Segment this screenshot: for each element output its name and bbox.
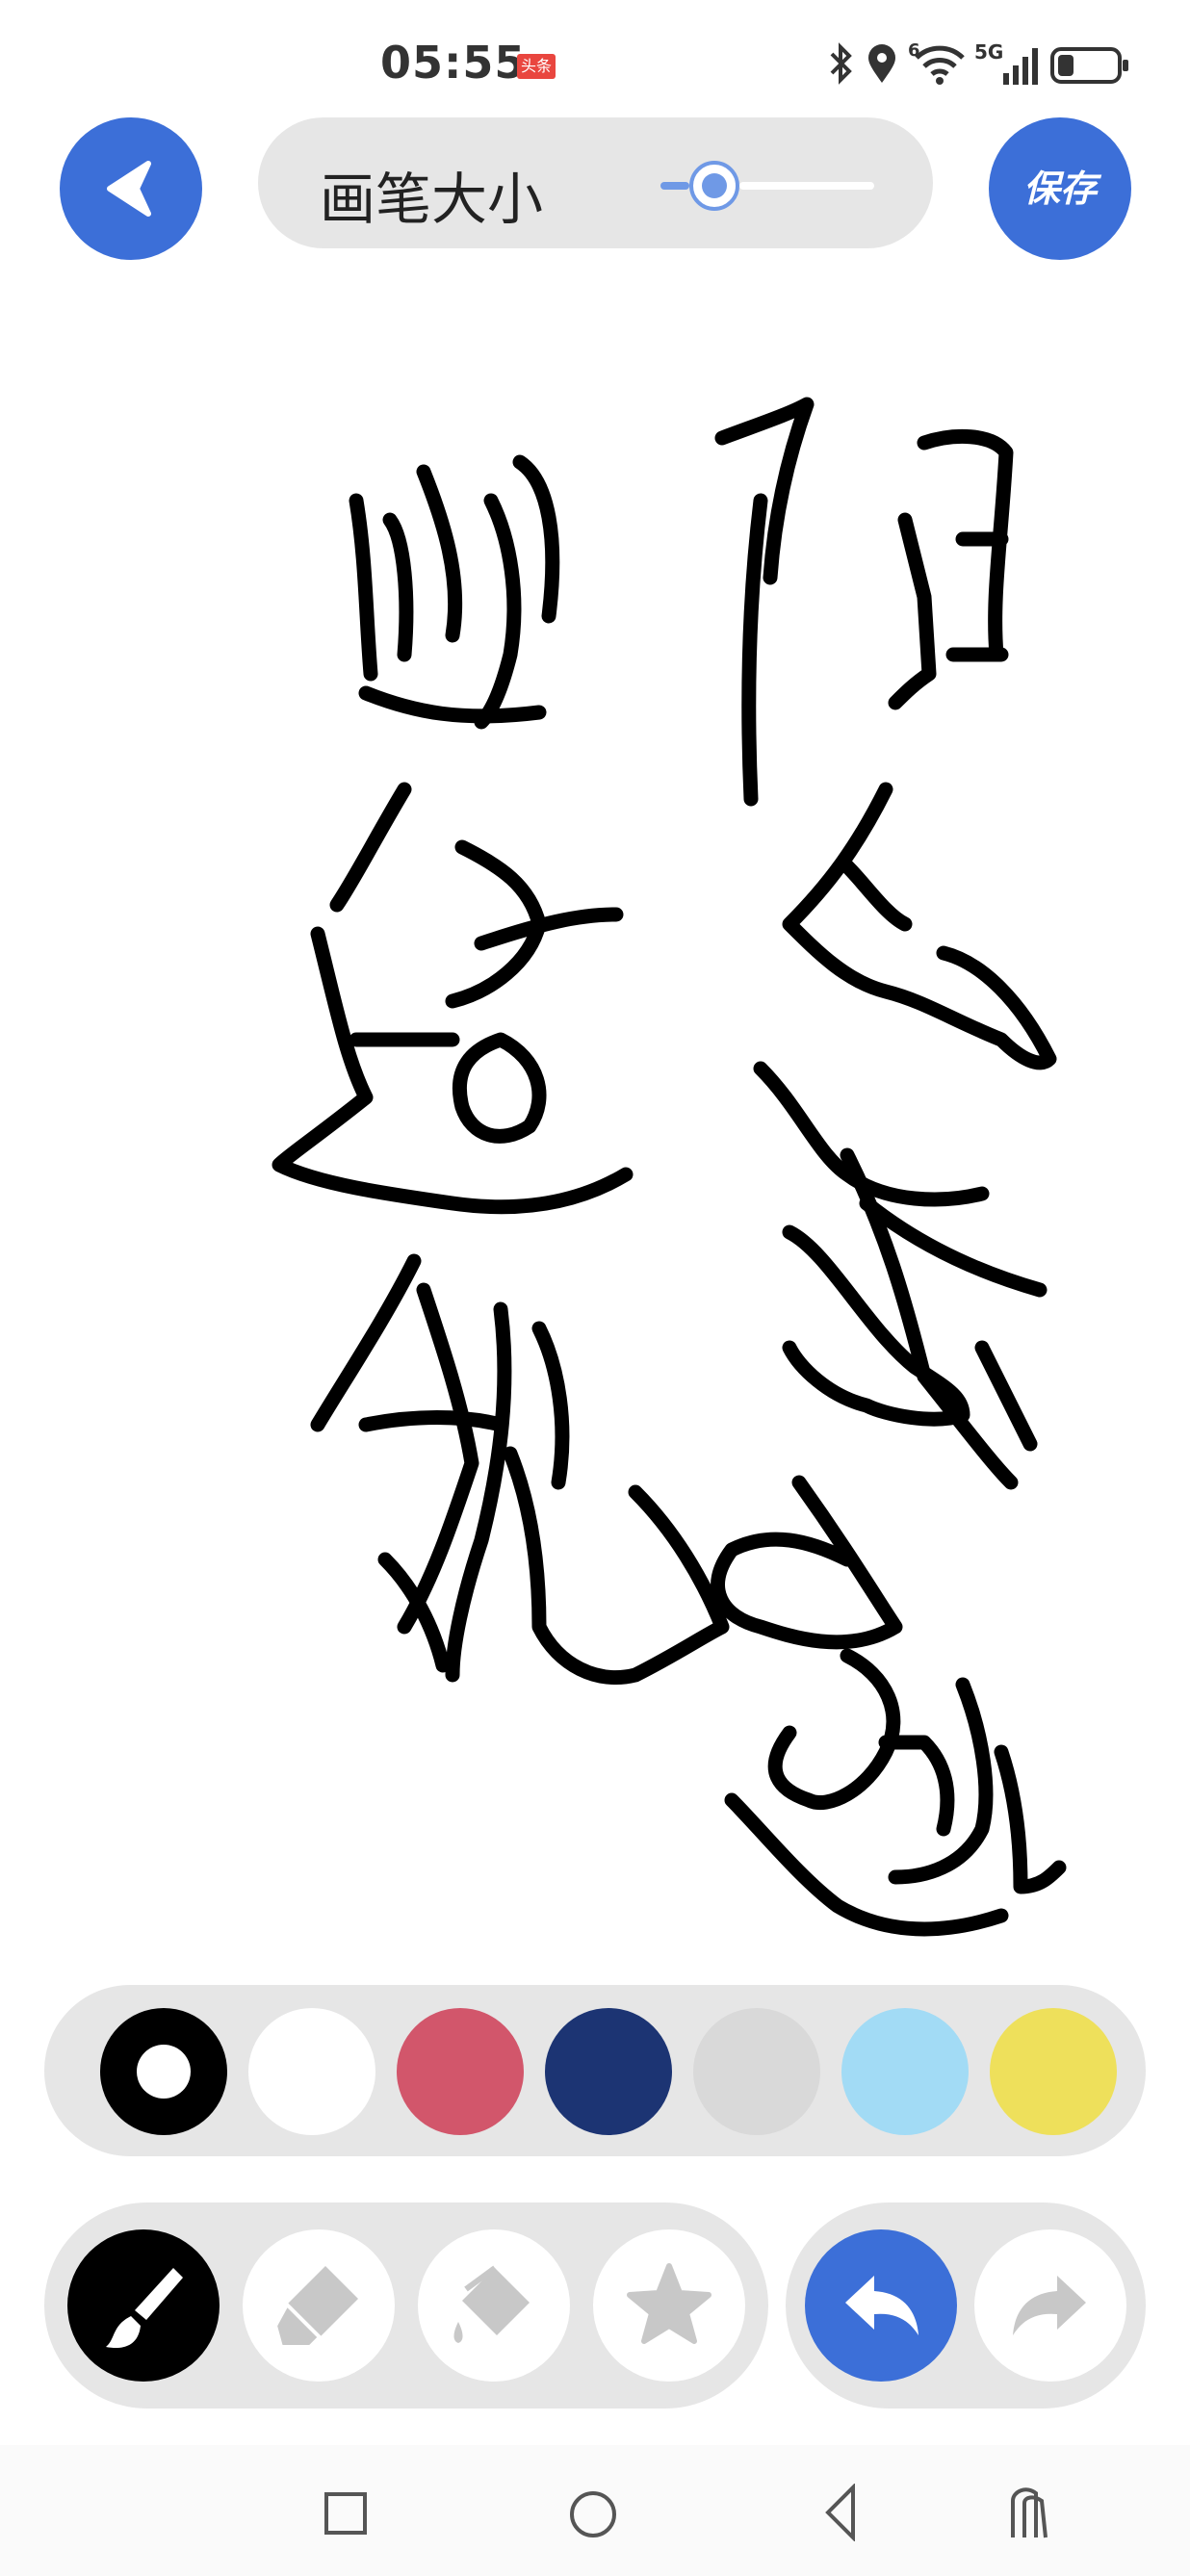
home-circle-icon[interactable] <box>568 2489 618 2539</box>
color-swatch-navy[interactable] <box>545 2008 672 2135</box>
color-swatch-light-blue[interactable] <box>841 2008 969 2135</box>
brush-size-control: 画笔大小 <box>258 117 933 248</box>
color-swatch-yellow[interactable] <box>990 2008 1117 2135</box>
back-triangle-icon[interactable] <box>818 2484 863 2541</box>
eraser-tool-button[interactable] <box>243 2229 395 2382</box>
eraser-icon <box>272 2266 358 2349</box>
slider-track-filled <box>660 182 689 190</box>
system-nav-bar <box>0 2445 1190 2576</box>
color-swatch-black[interactable] <box>100 2008 227 2135</box>
battery-icon <box>1050 47 1128 84</box>
brush-size-slider-thumb[interactable] <box>689 161 739 211</box>
wifi-icon <box>915 45 965 85</box>
signal-icon <box>1003 48 1038 85</box>
sticker-tool-button[interactable] <box>593 2229 745 2382</box>
back-button[interactable] <box>60 117 202 260</box>
color-swatch-gray[interactable] <box>693 2008 820 2135</box>
drawing-canvas[interactable] <box>0 260 1190 1973</box>
redo-icon <box>1013 2276 1086 2335</box>
color-swatch-white[interactable] <box>248 2008 375 2135</box>
recent-apps-square-icon[interactable] <box>323 2491 368 2536</box>
status-bar: 05:55 头条 6 5G <box>0 0 1190 116</box>
fill-tool-button[interactable] <box>418 2229 570 2382</box>
back-arrow-icon <box>107 161 151 217</box>
color-swatch-rose[interactable] <box>397 2008 524 2135</box>
fill-bucket-icon <box>453 2265 530 2343</box>
color-palette <box>44 1985 1146 2156</box>
tool-bar <box>44 2202 768 2409</box>
slider-track[interactable] <box>739 182 874 190</box>
brush-tool-button[interactable] <box>67 2229 220 2382</box>
network-type: 5G <box>974 40 1004 64</box>
accessibility-icon[interactable] <box>1005 2482 1053 2541</box>
brush-size-label: 画笔大小 <box>320 167 544 232</box>
location-icon <box>868 44 895 83</box>
undo-icon <box>845 2276 918 2335</box>
status-time: 05:55 <box>380 37 527 89</box>
bluetooth-icon <box>830 42 852 85</box>
undo-button[interactable] <box>805 2229 957 2382</box>
redo-button[interactable] <box>974 2229 1126 2382</box>
save-button[interactable]: 保存 <box>989 117 1131 260</box>
brush-icon <box>106 2268 183 2349</box>
handwriting-strokes <box>272 397 1067 1937</box>
history-bar <box>786 2202 1146 2409</box>
sticker-star-icon <box>627 2263 711 2344</box>
app-badge: 头条 <box>517 54 556 79</box>
